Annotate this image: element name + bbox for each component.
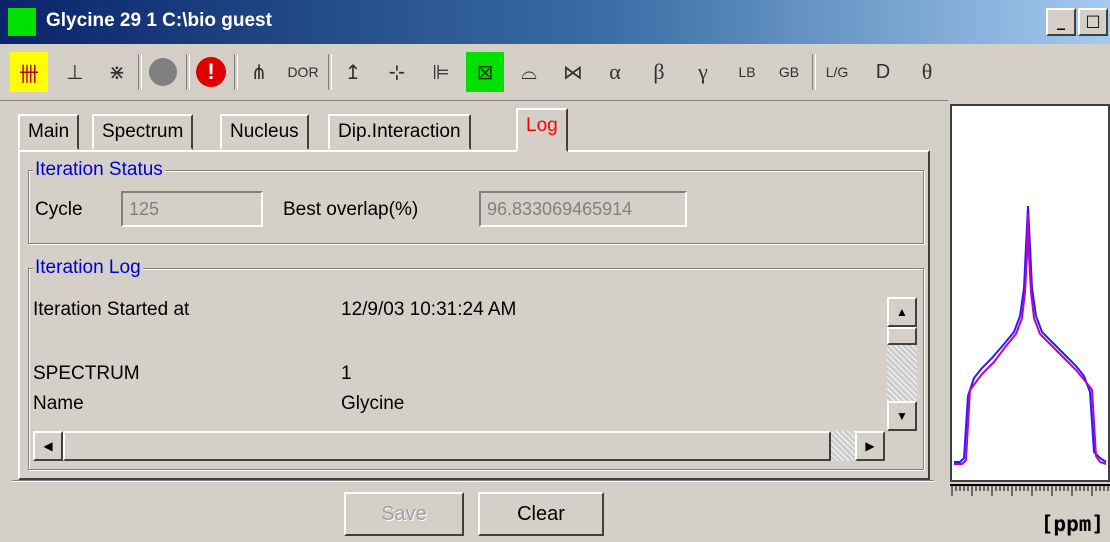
- best-overlap-label: Best overlap(%): [283, 199, 419, 220]
- maximize-button[interactable]: □: [1078, 8, 1108, 36]
- spectrum-plot[interactable]: [950, 104, 1110, 482]
- multiplet-icon[interactable]: ⋔: [240, 52, 278, 92]
- beta-icon[interactable]: β: [640, 52, 678, 92]
- minimize-button[interactable]: _: [1046, 8, 1076, 36]
- scroll-up-button[interactable]: ▲: [887, 297, 917, 327]
- theta-icon[interactable]: θ: [908, 52, 946, 92]
- ppm-axis-ticks: [950, 484, 1110, 496]
- scroll-down-button[interactable]: ▼: [887, 401, 917, 431]
- panel-divider: [12, 480, 934, 482]
- iteration-status-legend: Iteration Status: [33, 159, 165, 181]
- peak-cross-icon[interactable]: ⋇: [98, 52, 136, 92]
- spinning-icon[interactable]: ⌓: [510, 52, 548, 92]
- tab-log[interactable]: Log: [516, 108, 568, 152]
- dor-icon[interactable]: DOR: [284, 52, 322, 92]
- tab-dip-interaction[interactable]: Dip.Interaction: [328, 114, 471, 150]
- tab-spectrum[interactable]: Spectrum: [92, 114, 194, 150]
- best-overlap-field[interactable]: 96.833069465914: [479, 191, 687, 227]
- alert-icon[interactable]: !: [192, 52, 230, 92]
- lb-icon[interactable]: LB: [728, 52, 766, 92]
- parameter-panel: Main Spectrum Nucleus Dip.Interaction Lo…: [12, 100, 940, 542]
- scroll-right-button[interactable]: ▶: [855, 431, 885, 461]
- log-line-key: Name: [33, 393, 84, 414]
- axis-up-icon[interactable]: ↥: [334, 52, 372, 92]
- cycle-field[interactable]: 125: [121, 191, 263, 227]
- log-line-value: 12/9/03 10:31:24 AM: [341, 299, 517, 320]
- toolbar-separator: [328, 54, 332, 90]
- toolbar-separator: [138, 54, 142, 90]
- lg-icon[interactable]: L/G: [818, 52, 856, 92]
- log-line-key: SPECTRUM: [33, 363, 140, 384]
- axis-split-icon[interactable]: ⊹: [378, 52, 416, 92]
- gb-icon[interactable]: GB: [770, 52, 808, 92]
- log-tab-pane: Iteration Status Cycle 125 Best overlap(…: [18, 150, 930, 480]
- tab-nucleus[interactable]: Nucleus: [220, 114, 309, 150]
- log-line-value: Glycine: [341, 393, 405, 414]
- log-line-value: 1: [341, 363, 352, 384]
- clear-button[interactable]: Clear: [478, 492, 604, 536]
- doublet-icon[interactable]: ⋈: [554, 52, 592, 92]
- spectrum-curves: [954, 205, 1107, 465]
- tab-main[interactable]: Main: [18, 114, 80, 150]
- toolbar-separator: [234, 54, 238, 90]
- cycle-label: Cycle: [35, 199, 83, 220]
- iteration-status-group: Iteration Status Cycle 125 Best overlap(…: [28, 159, 924, 244]
- horizontal-scroll-track[interactable]: [831, 431, 855, 461]
- spectrum-preview-panel: [ppm]: [948, 100, 1110, 542]
- scroll-left-button[interactable]: ◀: [33, 431, 63, 461]
- vertical-scroll-track[interactable]: [887, 345, 917, 401]
- gamma-icon[interactable]: γ: [684, 52, 722, 92]
- iteration-log-group: Iteration Log Iteration Started at 12/9/…: [28, 257, 924, 470]
- horizontal-scroll-thumb[interactable]: [63, 431, 831, 461]
- stop-icon[interactable]: [144, 52, 182, 92]
- log-line-key: Iteration Started at: [33, 299, 190, 320]
- toolbar-separator: [812, 54, 816, 90]
- toolbar: 卌 ⊥ ⋇ ! ⋔ DOR ↥ ⊹ ⊫ ⊠ ⌓ ⋈ α β γ LB GB L/…: [0, 44, 1110, 101]
- axis-grid-icon[interactable]: ⊫: [422, 52, 460, 92]
- iteration-log-legend: Iteration Log: [33, 257, 143, 279]
- spectrum-fit-icon[interactable]: 卌: [10, 52, 48, 92]
- alpha-icon[interactable]: α: [596, 52, 634, 92]
- window-title: Glycine 29 1 C:\bio guest: [46, 10, 272, 31]
- d-icon[interactable]: D: [864, 52, 902, 92]
- app-icon[interactable]: [8, 8, 36, 36]
- ppm-axis-label: [ppm]: [1040, 512, 1104, 536]
- experimental-spectrum: [954, 205, 1107, 463]
- fit-active-icon[interactable]: ⊠: [466, 52, 504, 92]
- vertical-scroll-thumb[interactable]: [887, 327, 917, 345]
- peak-left-icon[interactable]: ⊥: [56, 52, 94, 92]
- save-button[interactable]: Save: [344, 492, 464, 536]
- title-bar: Glycine 29 1 C:\bio guest _ □: [0, 0, 1110, 44]
- toolbar-separator: [186, 54, 190, 90]
